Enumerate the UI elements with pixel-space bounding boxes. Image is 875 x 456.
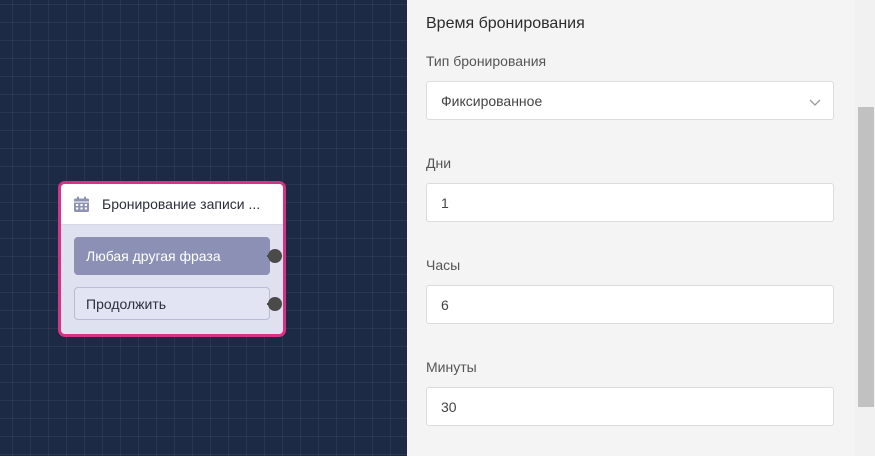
days-input[interactable]: 1 xyxy=(426,183,834,222)
minutes-label: Минуты xyxy=(426,359,477,375)
scrollbar-thumb[interactable] xyxy=(858,107,874,407)
node-option-label: Любая другая фраза xyxy=(86,248,221,264)
hours-label: Часы xyxy=(426,257,461,273)
booking-type-select[interactable]: Фиксированное xyxy=(426,81,834,120)
calendar-icon xyxy=(73,196,90,213)
booking-type-label: Тип бронирования xyxy=(426,53,547,69)
output-port[interactable] xyxy=(268,249,282,263)
settings-panel: Время бронирования Тип бронирования Фикс… xyxy=(407,0,855,456)
minutes-value: 30 xyxy=(441,398,457,415)
node-option-label: Продолжить xyxy=(86,295,167,312)
minutes-input[interactable]: 30 xyxy=(426,387,834,426)
node-option-continue[interactable]: Продолжить xyxy=(74,287,282,320)
flow-canvas[interactable]: Бронирование записи ... Любая другая фра… xyxy=(0,0,407,456)
booking-type-value: Фиксированное xyxy=(441,92,543,109)
node-title: Бронирование записи ... xyxy=(102,196,261,212)
days-value: 1 xyxy=(441,194,449,211)
output-port[interactable] xyxy=(268,296,282,311)
node-option-any-phrase[interactable]: Любая другая фраза xyxy=(74,237,282,275)
node-header[interactable]: Бронирование записи ... xyxy=(61,184,283,225)
section-title: Время бронирования xyxy=(426,15,585,32)
hours-input[interactable]: 6 xyxy=(426,285,834,324)
hours-value: 6 xyxy=(441,296,449,313)
chevron-down-icon xyxy=(809,95,821,107)
days-label: Дни xyxy=(426,155,452,171)
booking-node[interactable]: Бронирование записи ... Любая другая фра… xyxy=(58,181,286,337)
scrollbar[interactable] xyxy=(855,0,875,456)
